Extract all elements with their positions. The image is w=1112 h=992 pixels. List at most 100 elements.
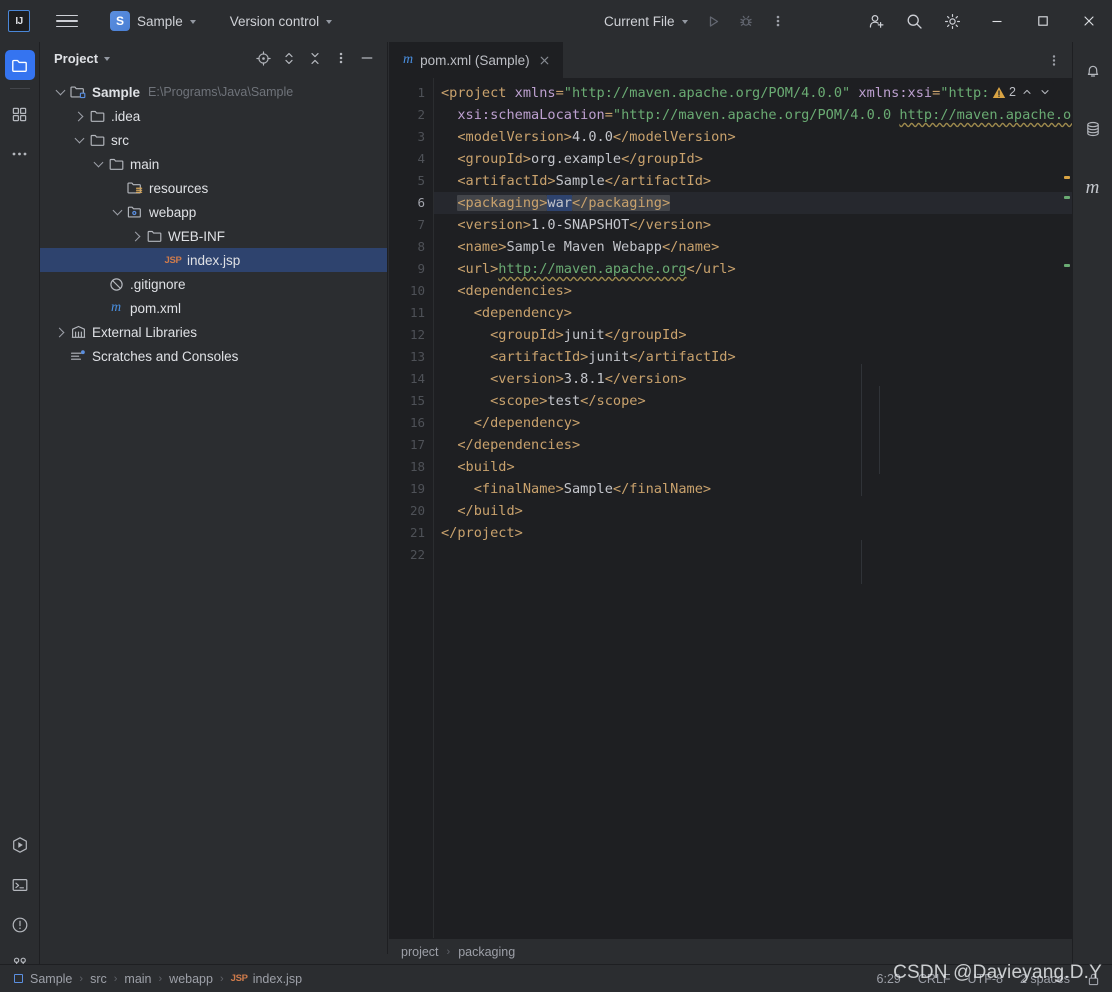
line-number[interactable]: 9 bbox=[389, 258, 425, 280]
chevron-down-icon[interactable] bbox=[71, 128, 87, 152]
tree-node-src[interactable]: src bbox=[40, 128, 387, 152]
tree-node-resources[interactable]: resources bbox=[40, 176, 387, 200]
code-line[interactable]: <scope>test</scope> bbox=[441, 390, 1072, 412]
code-line[interactable]: <modelVersion>4.0.0</modelVersion> bbox=[441, 126, 1072, 148]
line-number[interactable]: 16 bbox=[389, 412, 425, 434]
breadcrumb-item[interactable]: project bbox=[401, 945, 439, 959]
tree-node-webapp[interactable]: webapp bbox=[40, 200, 387, 224]
error-stripe-marker[interactable] bbox=[1064, 264, 1070, 267]
sidebar-item-problems[interactable] bbox=[5, 910, 35, 940]
code-line[interactable]: </dependency> bbox=[441, 412, 1072, 434]
code-line[interactable]: </project> bbox=[441, 522, 1072, 544]
status-breadcrumb-item[interactable]: webapp bbox=[169, 972, 213, 986]
tree-node-sample[interactable]: Sample E:\Programs\Java\Sample bbox=[40, 80, 387, 104]
line-number[interactable]: 11 bbox=[389, 302, 425, 324]
code-line[interactable]: xsi:schemaLocation="http://maven.apache.… bbox=[441, 104, 1072, 126]
database-icon[interactable] bbox=[1078, 114, 1108, 144]
chevron-right-icon[interactable] bbox=[71, 104, 87, 128]
hamburger-menu-icon[interactable] bbox=[56, 10, 78, 32]
more-vertical-icon[interactable] bbox=[1042, 48, 1066, 72]
line-number[interactable]: 6 bbox=[389, 192, 425, 214]
line-number[interactable]: 3 bbox=[389, 126, 425, 148]
line-number[interactable]: 18 bbox=[389, 456, 425, 478]
select-opened-file-icon[interactable] bbox=[251, 46, 275, 70]
error-stripe-marker[interactable] bbox=[1064, 196, 1070, 199]
chevron-up-icon[interactable] bbox=[1019, 84, 1034, 100]
chevron-down-icon[interactable] bbox=[90, 152, 106, 176]
maximize-icon[interactable] bbox=[1020, 0, 1066, 42]
breadcrumb-item[interactable]: packaging bbox=[458, 945, 515, 959]
code-line[interactable]: <url>http://maven.apache.org</url> bbox=[441, 258, 1072, 280]
notifications-bell-icon[interactable] bbox=[1078, 56, 1108, 86]
chevron-down-icon[interactable] bbox=[104, 57, 111, 61]
line-number[interactable]: 2 bbox=[389, 104, 425, 126]
line-number[interactable]: 22 bbox=[389, 544, 425, 566]
code-line[interactable]: <artifactId>junit</artifactId> bbox=[441, 346, 1072, 368]
tree-node-index-jsp[interactable]: JSP index.jsp bbox=[40, 248, 387, 272]
status-breadcrumb-item[interactable]: Sample bbox=[30, 972, 72, 986]
tree-node--idea[interactable]: .idea bbox=[40, 104, 387, 128]
code-line[interactable]: <dependency> bbox=[441, 302, 1072, 324]
tree-node-external-libraries[interactable]: External Libraries bbox=[40, 320, 387, 344]
editor-tab-pom-xml[interactable]: m pom.xml (Sample) bbox=[389, 42, 563, 78]
code-content[interactable]: <project xmlns="http://maven.apache.org/… bbox=[441, 82, 1072, 566]
code-line[interactable]: <finalName>Sample</finalName> bbox=[441, 478, 1072, 500]
tree-node-pom-xml[interactable]: m pom.xml bbox=[40, 296, 387, 320]
chevron-down-icon[interactable] bbox=[109, 200, 125, 224]
chevron-right-icon[interactable] bbox=[128, 224, 144, 248]
gear-icon[interactable] bbox=[938, 7, 966, 35]
code-line[interactable]: <packaging>war</packaging> bbox=[441, 192, 1072, 214]
run-icon[interactable] bbox=[700, 7, 728, 35]
line-number[interactable]: 21 bbox=[389, 522, 425, 544]
caret-position[interactable]: 6:29 bbox=[877, 972, 901, 986]
hide-panel-icon[interactable] bbox=[355, 46, 379, 70]
line-number[interactable]: 12 bbox=[389, 324, 425, 346]
code-line[interactable] bbox=[441, 544, 1072, 566]
line-number[interactable]: 7 bbox=[389, 214, 425, 236]
line-separator[interactable]: CRLF bbox=[918, 972, 951, 986]
code-line[interactable]: </dependencies> bbox=[441, 434, 1072, 456]
status-breadcrumb-item[interactable]: src bbox=[90, 972, 107, 986]
code-line[interactable]: </build> bbox=[441, 500, 1072, 522]
sidebar-item-project[interactable] bbox=[4, 50, 35, 80]
sidebar-item-structure[interactable] bbox=[5, 99, 35, 129]
line-number[interactable]: 15 bbox=[389, 390, 425, 412]
sidebar-item-terminal[interactable] bbox=[5, 870, 35, 900]
line-number[interactable]: 14 bbox=[389, 368, 425, 390]
line-number-gutter[interactable]: 1 2 3 4 5 6 7 8 9 10 11 12 13 14 15 16 17 18 19 20 21 22 bbox=[389, 78, 433, 954]
error-stripe-marker[interactable] bbox=[1064, 176, 1070, 179]
close-icon[interactable] bbox=[537, 52, 553, 68]
line-number[interactable]: 19 bbox=[389, 478, 425, 500]
close-icon[interactable] bbox=[1066, 0, 1112, 42]
add-user-icon[interactable] bbox=[862, 7, 890, 35]
line-number[interactable]: 20 bbox=[389, 500, 425, 522]
line-number[interactable]: 10 bbox=[389, 280, 425, 302]
code-editor[interactable]: 1 2 3 4 5 6 7 8 9 10 11 12 13 14 15 16 17 18 19 20 21 22 <pro… bbox=[389, 78, 1072, 954]
tree-node--gitignore[interactable]: .gitignore bbox=[40, 272, 387, 296]
version-control-menu[interactable]: Version control bbox=[224, 11, 338, 32]
code-line[interactable]: <project xmlns="http://maven.apache.org/… bbox=[441, 82, 1072, 104]
code-line[interactable]: <dependencies> bbox=[441, 280, 1072, 302]
debug-icon[interactable] bbox=[732, 7, 760, 35]
file-encoding[interactable]: UTF-8 bbox=[968, 972, 1003, 986]
code-line[interactable]: <build> bbox=[441, 456, 1072, 478]
code-line[interactable]: <groupId>org.example</groupId> bbox=[441, 148, 1072, 170]
intellij-logo-icon[interactable]: IJ bbox=[8, 10, 30, 32]
more-vertical-icon[interactable] bbox=[764, 7, 792, 35]
code-line[interactable]: <version>1.0-SNAPSHOT</version> bbox=[441, 214, 1072, 236]
tree-node-scratches-and-consoles[interactable]: Scratches and Consoles bbox=[40, 344, 387, 368]
tree-node-web-inf[interactable]: WEB-INF bbox=[40, 224, 387, 248]
code-line[interactable]: <groupId>junit</groupId> bbox=[441, 324, 1072, 346]
tree-node-main[interactable]: main bbox=[40, 152, 387, 176]
code-line[interactable]: <name>Sample Maven Webapp</name> bbox=[441, 236, 1072, 258]
line-number[interactable]: 4 bbox=[389, 148, 425, 170]
code-line[interactable]: <artifactId>Sample</artifactId> bbox=[441, 170, 1072, 192]
chevron-right-icon[interactable] bbox=[52, 320, 68, 344]
code-line[interactable]: <version>3.8.1</version> bbox=[441, 368, 1072, 390]
sidebar-item-run[interactable] bbox=[5, 830, 35, 860]
line-number[interactable]: 13 bbox=[389, 346, 425, 368]
search-icon[interactable] bbox=[900, 7, 928, 35]
chevron-down-icon[interactable] bbox=[52, 80, 68, 104]
line-number[interactable]: 17 bbox=[389, 434, 425, 456]
expand-collapse-icon[interactable] bbox=[277, 46, 301, 70]
